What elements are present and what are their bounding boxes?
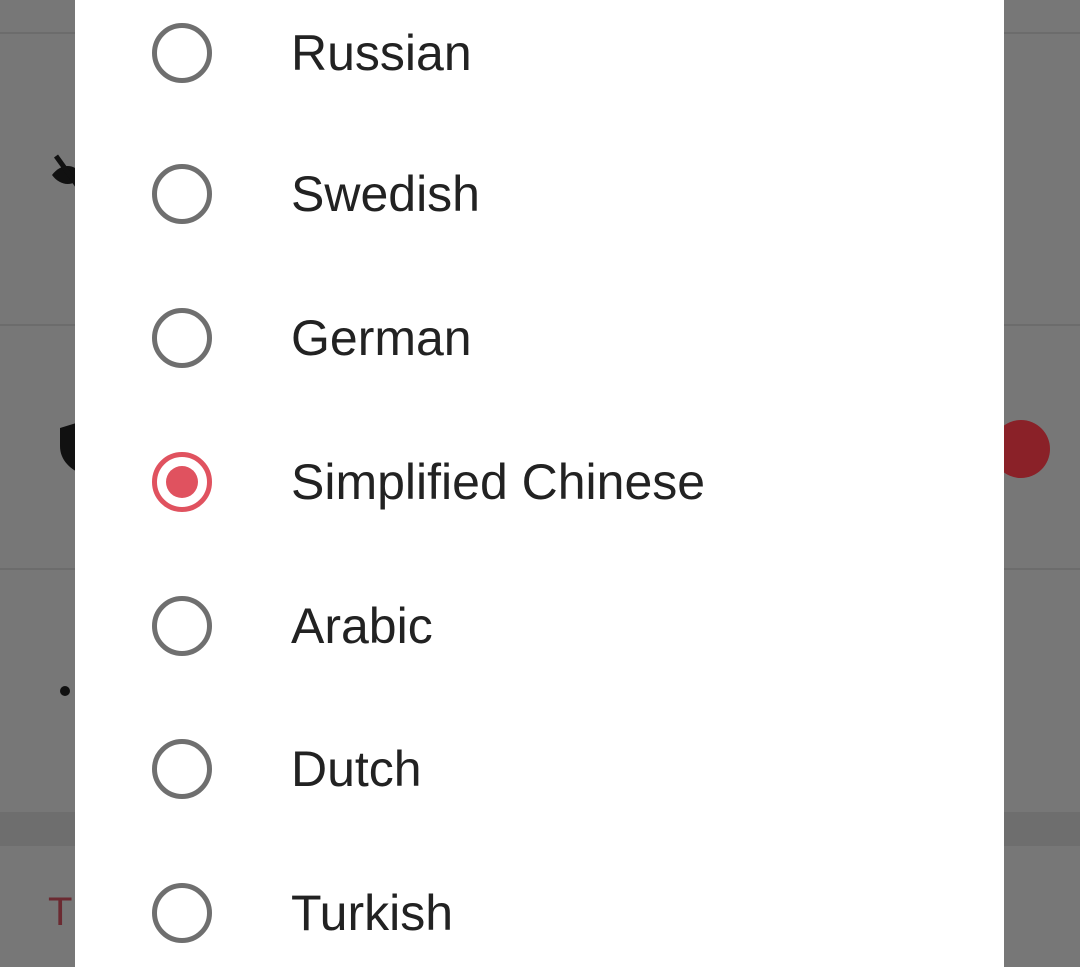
option-dutch[interactable]: Dutch xyxy=(75,697,1004,841)
radio-unchecked-icon[interactable] xyxy=(152,739,212,799)
radio-unchecked-icon[interactable] xyxy=(152,596,212,656)
background-text: T xyxy=(48,890,73,934)
language-dialog: Russian Swedish German Simplified Chines… xyxy=(75,0,1004,967)
radio-unchecked-icon[interactable] xyxy=(152,308,212,368)
radio-unchecked-icon[interactable] xyxy=(152,164,212,224)
option-label: Russian xyxy=(291,25,472,81)
screen: T Russian Swedish German Simplified Chin… xyxy=(0,0,1080,967)
option-arabic[interactable]: Arabic xyxy=(75,554,1004,698)
option-label: Turkish xyxy=(291,885,454,941)
option-label: Simplified Chinese xyxy=(291,454,706,510)
option-label: German xyxy=(291,310,472,366)
option-simplified-chinese[interactable]: Simplified Chinese xyxy=(75,410,1004,554)
radio-unchecked-icon[interactable] xyxy=(152,23,212,83)
radio-checked-icon[interactable] xyxy=(152,452,212,512)
option-turkish[interactable]: Turkish xyxy=(75,841,1004,967)
option-swedish[interactable]: Swedish xyxy=(75,122,1004,266)
option-label: Dutch xyxy=(291,741,422,797)
option-label: Arabic xyxy=(291,598,433,654)
bullet xyxy=(60,686,70,696)
option-label: Swedish xyxy=(291,166,480,222)
radio-unchecked-icon[interactable] xyxy=(152,883,212,943)
option-russian[interactable]: Russian xyxy=(75,0,1004,125)
option-german[interactable]: German xyxy=(75,266,1004,410)
